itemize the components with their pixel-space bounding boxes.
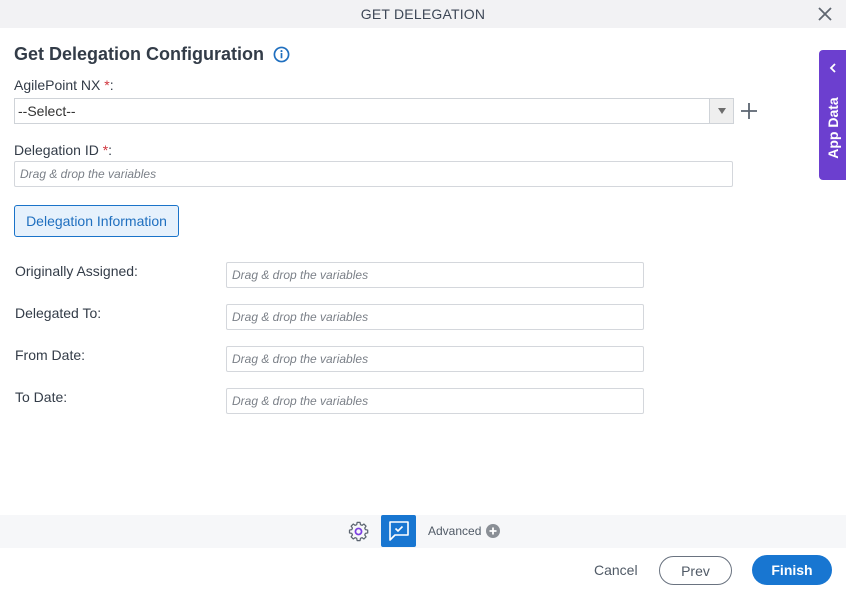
input-placeholder: Drag & drop the variables <box>232 394 369 408</box>
app-data-label: App Data <box>824 97 841 159</box>
heading-text: Get Delegation Configuration <box>14 44 264 64</box>
input-placeholder: Drag & drop the variables <box>232 310 369 324</box>
message-check-button[interactable] <box>381 515 416 547</box>
plus-icon[interactable] <box>740 102 758 120</box>
message-check-icon <box>388 521 409 541</box>
agilepoint-select[interactable]: --Select-- <box>14 98 734 124</box>
title-bar: GET DELEGATION <box>0 0 846 28</box>
close-icon[interactable] <box>816 5 834 23</box>
delegation-information-button[interactable]: Delegation Information <box>14 205 179 237</box>
delegation-id-input[interactable]: Drag & drop the variables <box>14 161 733 187</box>
originally-assigned-label: Originally Assigned: <box>15 263 138 279</box>
get-delegation-dialog: GET DELEGATION Get Delegation Configurat… <box>0 0 846 594</box>
advanced-toggle[interactable]: Advanced <box>428 524 501 538</box>
caret-down-icon <box>717 108 726 114</box>
label-colon: : <box>109 77 114 93</box>
dialog-title: GET DELEGATION <box>360 6 486 22</box>
from-date-input[interactable]: Drag & drop the variables <box>226 346 644 372</box>
prev-button[interactable]: Prev <box>659 556 732 585</box>
input-placeholder: Drag & drop the variables <box>232 268 369 282</box>
label-colon: : <box>108 142 113 158</box>
from-date-label: From Date: <box>15 347 86 363</box>
originally-assigned-input[interactable]: Drag & drop the variables <box>226 262 644 288</box>
dropdown-arrow[interactable] <box>709 99 733 123</box>
plus-circle-icon <box>486 524 501 538</box>
agilepoint-label: AgilePoint NX *: <box>14 77 114 93</box>
delegation-id-label: Delegation ID *: <box>14 142 112 158</box>
input-placeholder: Drag & drop the variables <box>20 167 157 181</box>
advanced-label: Advanced <box>428 524 482 538</box>
delegation-id-label-text: Delegation ID <box>14 142 103 158</box>
delegated-to-label: Delegated To: <box>15 305 102 321</box>
to-date-input[interactable]: Drag & drop the variables <box>226 388 644 414</box>
gear-icon[interactable] <box>347 520 370 543</box>
page-heading: Get Delegation Configuration <box>14 44 290 65</box>
cancel-button[interactable]: Cancel <box>594 562 638 578</box>
toolbar <box>0 515 846 548</box>
finish-button[interactable]: Finish <box>752 555 832 585</box>
delegated-to-input[interactable]: Drag & drop the variables <box>226 304 644 330</box>
agilepoint-label-text: AgilePoint NX <box>14 77 105 93</box>
input-placeholder: Drag & drop the variables <box>232 352 369 366</box>
chevron-left-icon <box>829 63 836 73</box>
to-date-label: To Date: <box>15 389 68 405</box>
app-data-panel-toggle[interactable]: App Data <box>819 50 846 180</box>
info-icon[interactable] <box>273 46 290 63</box>
select-value: --Select-- <box>18 103 76 119</box>
